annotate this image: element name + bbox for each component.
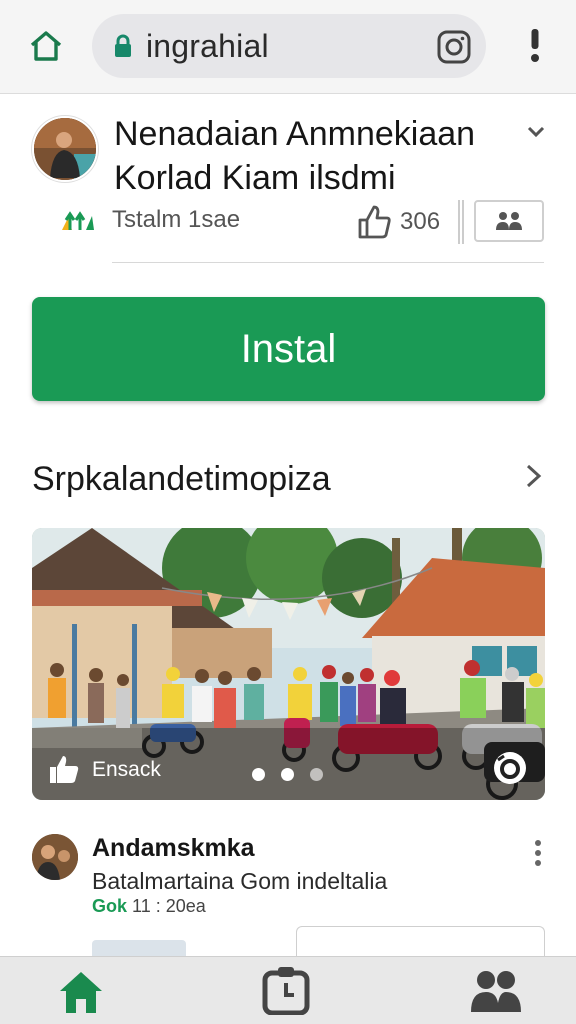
- photo-caption: Ensack: [92, 758, 161, 781]
- divider: [112, 262, 544, 263]
- camera-icon[interactable]: [436, 29, 472, 65]
- next-post-card[interactable]: [296, 926, 545, 956]
- rating-icon: [62, 211, 94, 230]
- address-bar[interactable]: ingrahial: [92, 14, 486, 78]
- people-icon[interactable]: [470, 969, 522, 1013]
- more-vert-icon[interactable]: [524, 24, 546, 68]
- thumbs-up-icon[interactable]: [48, 754, 80, 784]
- carousel-indicator[interactable]: [252, 768, 323, 782]
- app-meta-text: Tstalm 1sae: [112, 206, 241, 233]
- bottom-navigation: [0, 956, 576, 1024]
- thumbs-up-icon[interactable]: [356, 204, 392, 240]
- home-icon[interactable]: [56, 967, 106, 1017]
- post-author[interactable]: Andamskmka: [92, 834, 255, 863]
- avatar[interactable]: [32, 834, 78, 880]
- post-text: Batalmartaina Gom indeltalia: [92, 868, 388, 894]
- divider: [458, 200, 464, 244]
- lock-icon: [115, 34, 131, 57]
- camera-icon[interactable]: [492, 750, 528, 786]
- post-meta: Gok 11 : 20ea: [92, 896, 206, 917]
- section-title: Srpkalandetimopiza: [32, 460, 331, 498]
- people-button[interactable]: [474, 200, 544, 242]
- more-vert-icon[interactable]: [532, 838, 544, 868]
- photo-carousel[interactable]: Ensack: [32, 528, 545, 800]
- chevron-right-icon[interactable]: [520, 462, 546, 490]
- post-meta-highlight: Gok: [92, 896, 128, 916]
- app-avatar: [32, 116, 98, 182]
- clipboard-icon[interactable]: [262, 965, 310, 1015]
- app-meta-row: Tstalm 1sae 306: [60, 200, 550, 244]
- carousel-dot[interactable]: [281, 768, 294, 781]
- browser-toolbar: ingrahial: [0, 0, 576, 94]
- chevron-down-icon[interactable]: [524, 120, 548, 144]
- app-title: Nenadaian Anmnekiaan Korlad Kiam ilsdmi: [114, 115, 476, 197]
- post-time: 11 : 20ea: [132, 896, 206, 916]
- carousel-dot[interactable]: [310, 768, 323, 781]
- url-text: ingrahial: [146, 28, 269, 64]
- home-icon[interactable]: [26, 26, 66, 66]
- people-icon: [496, 212, 522, 230]
- carousel-dot[interactable]: [252, 768, 265, 781]
- like-count: 306: [400, 208, 441, 235]
- next-post-preview[interactable]: [92, 940, 186, 956]
- install-button[interactable]: Instal: [32, 297, 545, 401]
